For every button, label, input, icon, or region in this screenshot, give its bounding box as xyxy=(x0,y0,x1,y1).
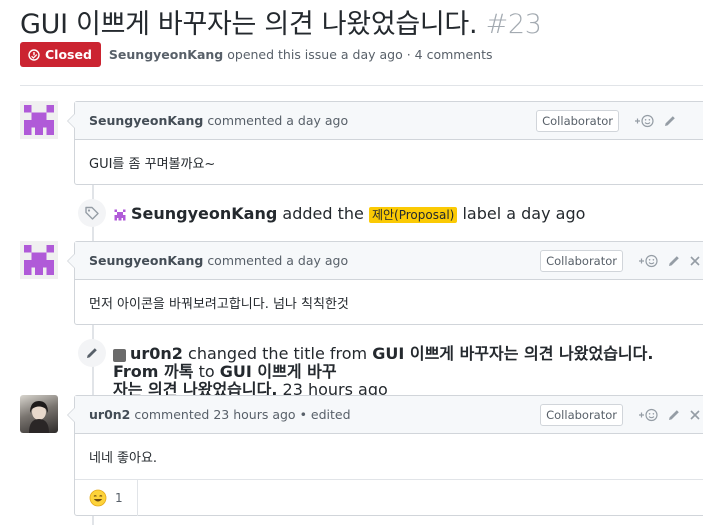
comment-body: 먼저 아이콘을 바꿔보려고합니다. 넘나 칙칙한것 xyxy=(89,296,349,312)
event-action-text: changed the title from xyxy=(188,344,368,363)
label-event: SeungyeonKang added the 제안(Proposal) lab… xyxy=(113,205,585,224)
issue-author-link[interactable]: SeungyeonKang xyxy=(109,47,223,62)
comment-time-link[interactable]: commented a day ago xyxy=(207,253,348,268)
issue-title-text: GUI 이쁘게 바꾸자는 의견 나왔었습니다. xyxy=(20,9,478,40)
comment-header: ur0n2 commented 23 hours ago • edited Co… xyxy=(75,396,703,434)
comment-author-link[interactable]: SeungyeonKang xyxy=(89,253,203,268)
comment-author-link[interactable]: ur0n2 xyxy=(89,407,130,422)
delete-x-icon[interactable] xyxy=(689,409,701,421)
comment-actions: Collaborator xyxy=(536,102,677,139)
edit-pencil-icon[interactable] xyxy=(663,114,677,128)
pencil-icon xyxy=(87,348,97,358)
mini-avatar[interactable] xyxy=(113,349,126,362)
to-text: to xyxy=(198,362,215,381)
add-reaction-icon[interactable] xyxy=(637,408,659,422)
delete-x-icon[interactable] xyxy=(689,255,701,267)
comment-3: ur0n2 commented 23 hours ago • edited Co… xyxy=(67,395,703,516)
collaborator-badge: Collaborator xyxy=(540,403,623,426)
smile-emoji-icon xyxy=(89,489,107,507)
comment-1: SeungyeonKang commented a day ago Collab… xyxy=(67,101,703,185)
issue-number: #23 xyxy=(485,9,542,40)
issue-opened-text: opened this issue a day ago · 4 comments xyxy=(227,47,493,62)
event-suffix-text: label a day ago xyxy=(462,204,586,223)
comment-author-link[interactable]: SeungyeonKang xyxy=(89,113,203,128)
event-actor-link[interactable]: SeungyeonKang xyxy=(131,204,277,223)
edit-pencil-icon[interactable] xyxy=(667,254,681,268)
issue-meta: Closed SeungyeonKang opened this issue a… xyxy=(20,42,492,67)
edited-indicator[interactable]: • edited xyxy=(300,407,351,422)
mini-avatar[interactable] xyxy=(113,208,127,222)
issue-title: GUI 이쁘게 바꾸자는 의견 나왔었습니다. #23 xyxy=(20,2,542,41)
event-actor-link[interactable]: ur0n2 xyxy=(130,344,183,363)
reaction-count: 1 xyxy=(115,491,123,505)
closed-issue-icon xyxy=(28,48,40,61)
status-badge: Closed xyxy=(20,42,101,67)
edit-pencil-icon[interactable] xyxy=(667,408,681,422)
reaction-smile-button[interactable]: 1 xyxy=(75,480,138,516)
comment-actions: Collaborator xyxy=(540,396,701,433)
avatar[interactable] xyxy=(20,101,58,139)
collaborator-badge: Collaborator xyxy=(536,109,619,132)
reactions-bar: 1 xyxy=(75,479,703,516)
comment-actions: Collaborator xyxy=(540,242,701,279)
comment-body: 네네 좋아요. xyxy=(89,451,158,466)
label-event-badge xyxy=(78,199,106,227)
rename-event-badge xyxy=(78,339,106,367)
comment-header: SeungyeonKang commented a day ago Collab… xyxy=(75,242,703,280)
header-divider xyxy=(20,85,703,86)
avatar[interactable] xyxy=(20,395,58,433)
avatar[interactable] xyxy=(20,241,58,279)
tag-icon xyxy=(85,206,99,220)
event-action-text: added the xyxy=(282,204,364,223)
comment-2: SeungyeonKang commented a day ago Collab… xyxy=(67,241,703,325)
rename-event: ur0n2 changed the title from GUI 이쁘게 바꾸자… xyxy=(113,345,703,399)
new-title-part1: GUI 이쁘게 바꾸 xyxy=(219,362,337,381)
comment-time-link[interactable]: commented a day ago xyxy=(207,113,348,128)
add-reaction-icon[interactable] xyxy=(633,114,655,128)
label-pill-proposal[interactable]: 제안(Proposal) xyxy=(368,207,458,223)
comment-body: GUI를 좀 꾸며볼까요~ xyxy=(89,156,216,172)
add-reaction-icon[interactable] xyxy=(637,254,659,268)
comment-time-link[interactable]: commented 23 hours ago xyxy=(134,407,295,422)
status-label: Closed xyxy=(45,47,92,62)
collaborator-badge: Collaborator xyxy=(540,249,623,272)
comment-header: SeungyeonKang commented a day ago Collab… xyxy=(75,102,703,140)
